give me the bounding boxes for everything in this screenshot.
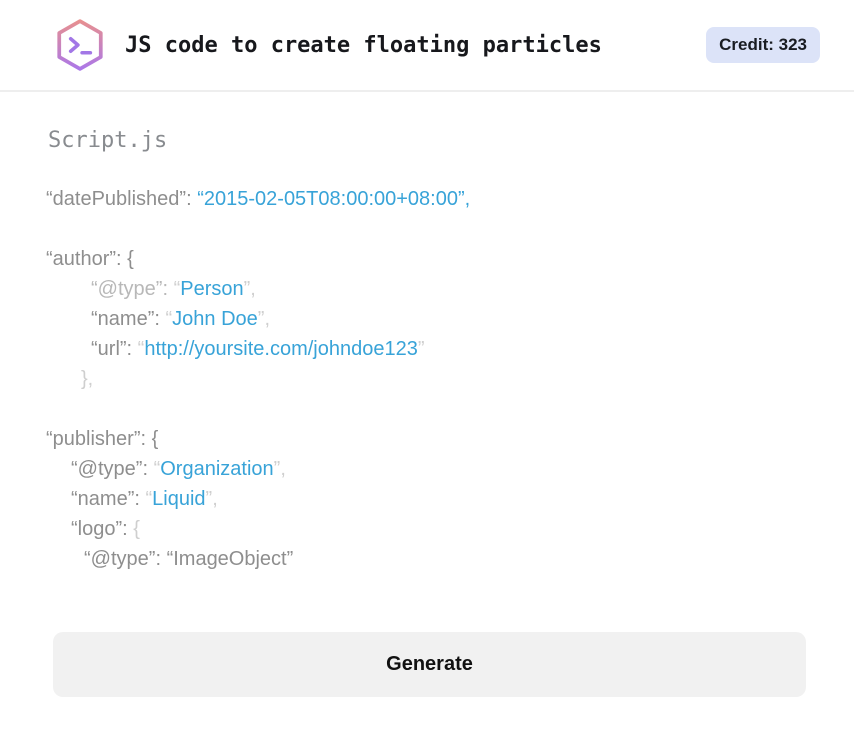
- terminal-prompt-hexagon-icon: [57, 19, 103, 71]
- code-line: “author”: {: [46, 248, 134, 270]
- code-line: “logo”: {: [71, 518, 140, 540]
- file-name-heading: Script.js: [48, 128, 168, 153]
- code-line: “url”: “http://yoursite.com/johndoe123”: [91, 338, 425, 360]
- code-line: “@type”: “Organization”,: [71, 458, 286, 480]
- code-line: “name”: “John Doe”,: [91, 308, 271, 330]
- generate-button[interactable]: Generate: [53, 632, 806, 697]
- code-line: “name”: “Liquid”,: [71, 488, 218, 510]
- header: JS code to create floating particles Cre…: [0, 0, 854, 92]
- code-line: “publisher”: {: [46, 428, 159, 450]
- code-line: “@type”: “Person”,: [91, 278, 256, 300]
- code-block: “datePublished”: “2015-02-05T08:00:00+08…: [46, 184, 806, 574]
- code-line: },: [81, 368, 94, 390]
- main-content: Script.js “datePublished”: “2015-02-05T0…: [0, 128, 854, 697]
- code-line: “@type”: “ImageObject”: [84, 548, 294, 570]
- credit-badge: Credit: 323: [706, 27, 820, 63]
- code-line: “datePublished”: “2015-02-05T08:00:00+08…: [46, 188, 471, 210]
- page-title: JS code to create floating particles: [125, 32, 602, 58]
